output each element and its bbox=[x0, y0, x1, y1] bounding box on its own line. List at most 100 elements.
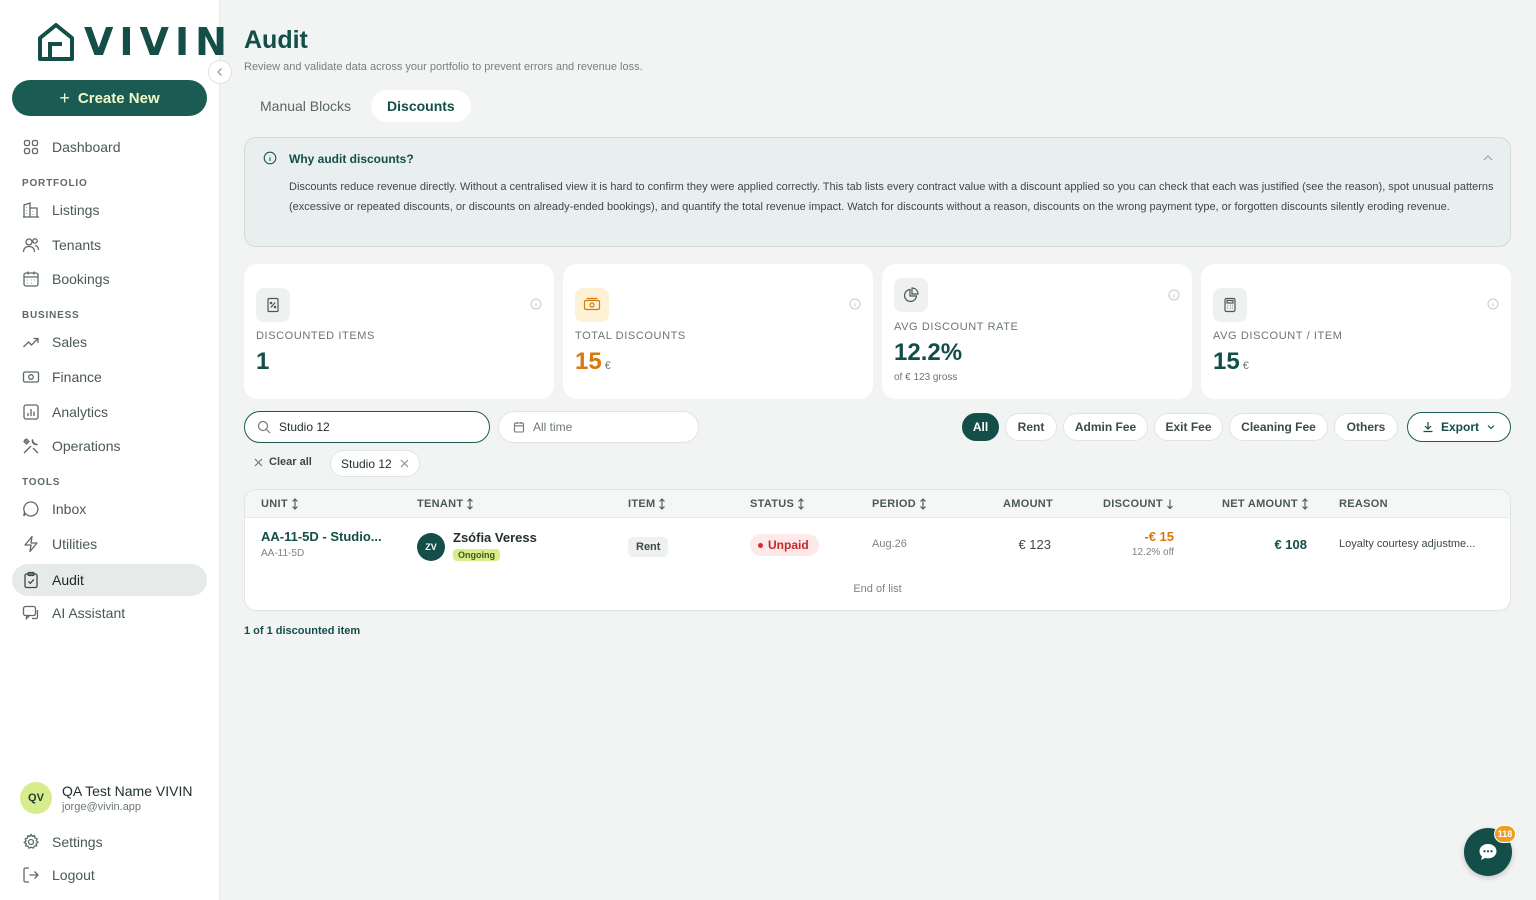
unit-name: AA-11-5D - Studio... bbox=[261, 529, 382, 544]
vivin-logo[interactable]: VIVIN bbox=[36, 22, 233, 62]
stat-value-number: 15 bbox=[1213, 348, 1240, 375]
table-header: UNIT TENANT ITEM STATUS PERIOD AMOUNT DI… bbox=[245, 490, 1510, 518]
chat-bot-icon bbox=[21, 603, 41, 623]
sidebar-item-label: Inbox bbox=[52, 501, 87, 517]
tab-discounts[interactable]: Discounts bbox=[371, 90, 471, 122]
section-portfolio: PORTFOLIO bbox=[22, 178, 88, 189]
sort-icon bbox=[920, 498, 926, 510]
column-header-item[interactable]: ITEM bbox=[628, 498, 667, 510]
cell-amount: € 123 bbox=[1018, 537, 1051, 552]
cell-unit[interactable]: AA-11-5D - Studio... AA-11-5D bbox=[261, 529, 382, 559]
clear-all-button[interactable]: Clear all bbox=[254, 456, 312, 468]
column-header-label: NET AMOUNT bbox=[1222, 498, 1298, 510]
sidebar-item-bookings[interactable]: Bookings bbox=[12, 263, 207, 295]
sidebar-item-label: Sales bbox=[52, 334, 88, 350]
sidebar-item-tenants[interactable]: Tenants bbox=[12, 229, 207, 261]
sort-icon bbox=[291, 498, 298, 510]
column-header-label: ITEM bbox=[628, 498, 656, 510]
avatar: QV bbox=[20, 782, 52, 814]
info-icon[interactable] bbox=[1168, 288, 1180, 306]
filter-chip-admin-fee[interactable]: Admin Fee bbox=[1063, 413, 1148, 441]
filter-chip-exit-fee[interactable]: Exit Fee bbox=[1154, 413, 1223, 441]
column-header-tenant[interactable]: TENANT bbox=[417, 498, 475, 510]
calendar-icon bbox=[21, 269, 41, 289]
column-header-status[interactable]: STATUS bbox=[750, 498, 806, 510]
column-header-label: STATUS bbox=[750, 498, 795, 510]
discounts-table: UNIT TENANT ITEM STATUS PERIOD AMOUNT DI… bbox=[244, 489, 1511, 611]
column-header-label: REASON bbox=[1339, 498, 1388, 510]
sidebar-item-label: Analytics bbox=[52, 404, 109, 420]
info-icon bbox=[263, 151, 277, 170]
sidebar-item-finance[interactable]: Finance bbox=[12, 361, 207, 393]
filter-chip-others[interactable]: Others bbox=[1334, 413, 1398, 441]
user-profile[interactable]: QV QA Test Name VIVIN jorge@vivin.app bbox=[20, 782, 192, 814]
sidebar-item-sales[interactable]: Sales bbox=[12, 326, 207, 358]
sidebar-item-label: Operations bbox=[52, 438, 121, 454]
sidebar-item-logout[interactable]: Logout bbox=[12, 859, 207, 891]
export-button[interactable]: Export bbox=[1407, 412, 1511, 442]
avatar: ZV bbox=[417, 532, 445, 561]
sidebar-item-operations[interactable]: Operations bbox=[12, 430, 207, 462]
filter-chip-rent[interactable]: Rent bbox=[1005, 413, 1057, 441]
close-icon[interactable] bbox=[400, 459, 409, 468]
plus-icon: + bbox=[59, 87, 70, 108]
create-new-button[interactable]: + Create New bbox=[12, 80, 207, 116]
column-header-net-amount[interactable]: NET AMOUNT bbox=[1222, 498, 1310, 510]
cell-tenant[interactable]: ZV Zsófia Veress Ongoing bbox=[417, 530, 537, 563]
search-input[interactable] bbox=[279, 420, 469, 434]
column-header-reason: REASON bbox=[1339, 498, 1388, 510]
filter-chip-cleaning-fee[interactable]: Cleaning Fee bbox=[1229, 413, 1328, 441]
clear-all-label: Clear all bbox=[269, 456, 312, 468]
sort-icon bbox=[1302, 498, 1308, 510]
active-filter-tag: Studio 12 bbox=[330, 450, 420, 477]
sidebar-item-dashboard[interactable]: Dashboard bbox=[12, 131, 207, 163]
column-header-period[interactable]: PERIOD bbox=[872, 498, 928, 510]
chevron-left-icon bbox=[217, 68, 222, 76]
stat-card-avg-discount-item: AVG DISCOUNT / ITEM 15 € bbox=[1201, 264, 1511, 399]
close-icon bbox=[254, 458, 263, 466]
logout-icon bbox=[21, 865, 41, 885]
stat-value: 15 € bbox=[1213, 348, 1249, 376]
calendar-icon bbox=[513, 422, 525, 433]
stat-card-discounted-items: DISCOUNTED ITEMS 1 bbox=[244, 264, 554, 399]
filter-chip-all[interactable]: All bbox=[962, 413, 999, 441]
sidebar-item-analytics[interactable]: Analytics bbox=[12, 396, 207, 428]
info-text: Discounts reduce revenue directly. Witho… bbox=[289, 181, 1494, 213]
grid-icon bbox=[21, 137, 41, 157]
info-icon[interactable] bbox=[530, 297, 542, 315]
sidebar-item-utilities[interactable]: Utilities bbox=[12, 528, 207, 560]
column-header-unit[interactable]: UNIT bbox=[261, 498, 300, 510]
page-subtitle: Review and validate data across your por… bbox=[244, 61, 643, 73]
stat-value: 1 bbox=[256, 348, 269, 376]
tab-manual-blocks[interactable]: Manual Blocks bbox=[244, 90, 367, 122]
sidebar-item-label: Dashboard bbox=[52, 139, 121, 155]
sidebar-item-label: Bookings bbox=[52, 271, 110, 287]
stat-label: DISCOUNTED ITEMS bbox=[256, 330, 375, 342]
info-icon[interactable] bbox=[849, 297, 861, 315]
cell-discount: -€ 15 12.2% off bbox=[1095, 529, 1174, 558]
chevron-up-icon[interactable] bbox=[1482, 151, 1494, 169]
column-header-discount[interactable]: DISCOUNT bbox=[1103, 498, 1175, 510]
bar-chart-icon bbox=[21, 402, 41, 422]
sort-icon bbox=[467, 498, 474, 510]
sidebar-item-inbox[interactable]: Inbox bbox=[12, 493, 207, 525]
search-box[interactable] bbox=[244, 411, 490, 443]
info-icon[interactable] bbox=[1487, 297, 1499, 315]
calculator-icon bbox=[1213, 288, 1247, 322]
sidebar-item-label: Listings bbox=[52, 202, 100, 218]
cell-period: Aug.26 bbox=[872, 538, 907, 550]
stat-value-number: 15 bbox=[575, 348, 602, 375]
sidebar-item-settings[interactable]: Settings bbox=[12, 826, 207, 858]
sidebar-item-listings[interactable]: Listings bbox=[12, 194, 207, 226]
sidebar-item-ai-assistant[interactable]: AI Assistant bbox=[12, 597, 207, 629]
column-header-amount[interactable]: AMOUNT bbox=[1003, 498, 1053, 510]
collapse-sidebar-button[interactable] bbox=[208, 60, 232, 84]
stat-card-avg-discount-rate: AVG DISCOUNT RATE 12.2% of € 123 gross bbox=[882, 264, 1192, 399]
clipboard-check-icon bbox=[21, 570, 41, 590]
create-new-label: Create New bbox=[77, 89, 160, 107]
chevron-down-icon bbox=[1487, 425, 1495, 430]
cell-item: Rent bbox=[628, 537, 669, 557]
date-range-filter[interactable]: All time bbox=[498, 411, 699, 443]
sidebar-item-audit[interactable]: Audit bbox=[12, 564, 207, 596]
currency-unit: € bbox=[1242, 360, 1249, 372]
